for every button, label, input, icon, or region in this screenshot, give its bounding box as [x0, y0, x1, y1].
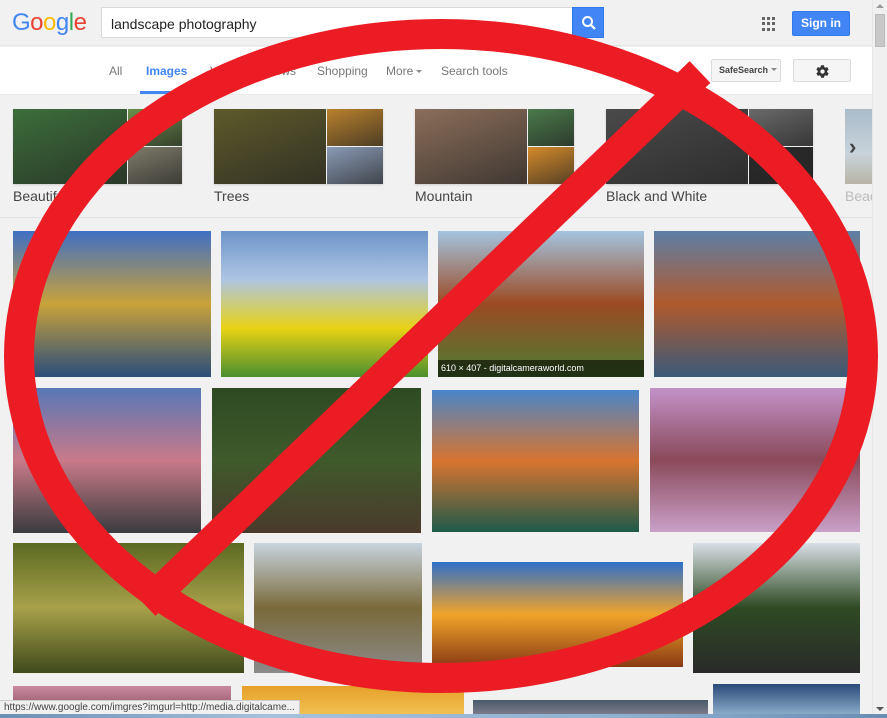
search-input[interactable]: landscape photography	[101, 7, 573, 38]
status-bar-url: https://www.google.com/imgres?imgurl=htt…	[0, 700, 300, 715]
related-search-card[interactable]: Trees	[214, 109, 383, 204]
image-result[interactable]: 610 × 407 - digitalcameraworld.com	[438, 231, 644, 377]
chevron-down-icon	[771, 68, 778, 71]
tab-news[interactable]: News	[266, 64, 296, 78]
tab-images[interactable]: Images	[146, 64, 187, 78]
related-thumb	[13, 109, 127, 184]
image-result[interactable]	[13, 543, 244, 673]
tab-shopping[interactable]: Shopping	[317, 64, 368, 78]
image-result[interactable]	[432, 562, 683, 667]
sign-in-button[interactable]: Sign in	[792, 11, 850, 36]
related-search-label: Mountain	[415, 188, 473, 204]
image-caption: 610 × 407 - digitalcameraworld.com	[438, 360, 644, 377]
google-logo[interactable]: Google	[12, 9, 87, 37]
related-next-button[interactable]: ›	[845, 109, 872, 184]
logo-letter: o	[43, 9, 56, 36]
image-result[interactable]	[432, 390, 639, 532]
chevron-right-icon: ›	[849, 134, 857, 159]
related-thumb	[606, 109, 748, 184]
related-thumb	[327, 109, 383, 146]
safesearch-dropdown[interactable]: SafeSearch	[711, 59, 781, 82]
search-nav: All Images Videos News Shopping More Sea…	[0, 47, 872, 95]
related-search-label: Trees	[214, 188, 250, 204]
related-search-label: Black and White	[606, 188, 708, 204]
logo-letter: e	[73, 9, 87, 36]
scrollbar[interactable]	[872, 0, 887, 718]
logo-letter: g	[55, 9, 69, 36]
related-searches: Beautiful Trees Mountain Black and White…	[0, 96, 872, 218]
image-result[interactable]	[212, 388, 421, 533]
settings-button[interactable]	[793, 59, 851, 82]
related-thumb	[128, 147, 182, 184]
related-thumb	[749, 147, 813, 184]
image-result[interactable]	[221, 231, 428, 377]
tab-videos[interactable]: Videos	[210, 64, 246, 78]
image-result[interactable]	[650, 388, 860, 532]
image-result[interactable]	[13, 388, 201, 533]
related-thumb	[749, 109, 813, 146]
image-result[interactable]	[693, 543, 860, 673]
related-search-card[interactable]: Beautiful	[13, 109, 182, 204]
related-thumb	[415, 109, 527, 184]
search-icon	[582, 16, 596, 30]
gear-icon	[816, 65, 829, 78]
related-search-card[interactable]: Mountain	[415, 109, 574, 204]
search-tools-button[interactable]: Search tools	[441, 64, 508, 78]
scroll-up-arrow-icon[interactable]	[876, 4, 884, 8]
tab-more-label: More	[386, 64, 414, 78]
scroll-down-arrow-icon[interactable]	[876, 707, 884, 711]
related-thumb	[128, 109, 182, 146]
logo-letter: G	[12, 9, 31, 36]
image-result[interactable]	[13, 231, 211, 377]
image-result[interactable]	[713, 684, 860, 714]
related-search-label: Beach	[845, 188, 872, 204]
safesearch-label: SafeSearch	[719, 65, 769, 75]
tab-all[interactable]: All	[109, 64, 122, 78]
image-result[interactable]	[654, 231, 860, 377]
header-bar: Google landscape photography Sign in	[0, 0, 872, 46]
logo-letter: o	[30, 9, 44, 36]
related-thumb	[528, 109, 574, 146]
related-thumb	[327, 147, 383, 184]
browser-page: Google landscape photography Sign in All…	[0, 0, 887, 718]
related-search-card[interactable]: Black and White	[606, 109, 813, 204]
chevron-down-icon	[416, 70, 423, 73]
search-button[interactable]	[572, 7, 604, 38]
related-thumb	[528, 147, 574, 184]
active-tab-indicator	[140, 91, 188, 94]
scrollbar-thumb[interactable]	[875, 14, 885, 47]
taskbar	[0, 714, 887, 718]
image-result[interactable]	[473, 700, 708, 714]
apps-grid-icon[interactable]	[762, 17, 776, 31]
tab-more[interactable]: More	[386, 64, 423, 78]
image-result[interactable]	[254, 543, 422, 673]
related-thumb	[214, 109, 326, 184]
related-search-label: Beautiful	[13, 188, 68, 204]
